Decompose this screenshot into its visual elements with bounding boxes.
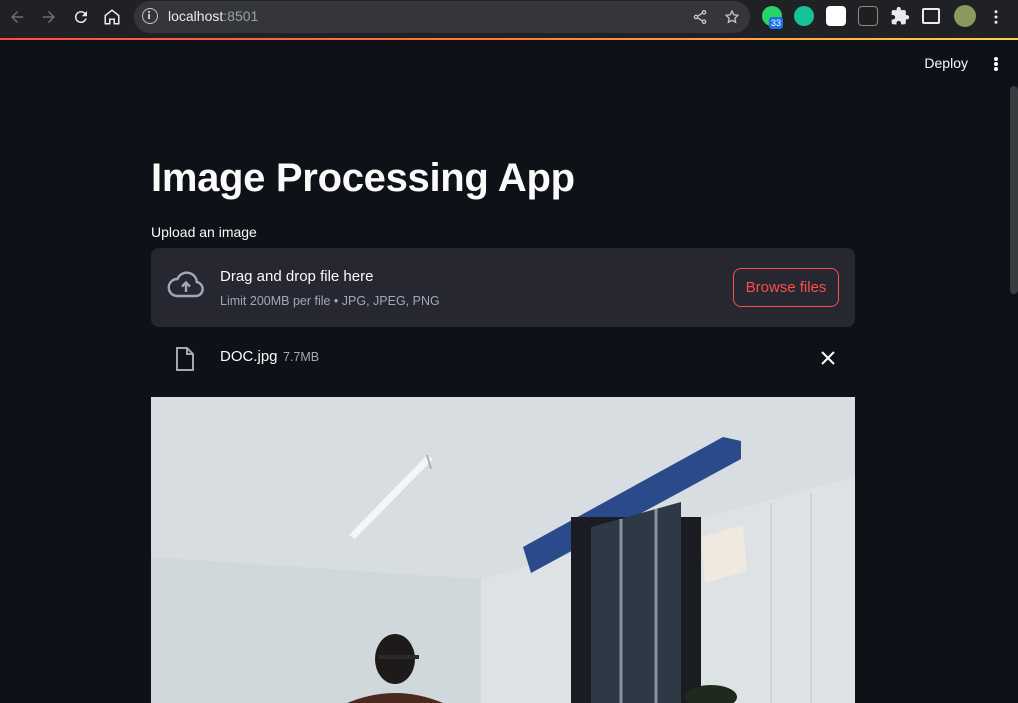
share-icon[interactable] — [690, 7, 710, 27]
close-icon[interactable] — [819, 349, 837, 367]
reload-icon[interactable] — [70, 6, 92, 28]
loading-bar — [0, 38, 1018, 40]
deploy-button[interactable]: Deploy — [924, 55, 968, 71]
uploaded-image-preview — [151, 397, 855, 703]
page-title: Image Processing App — [151, 156, 575, 200]
dropzone-limit: Limit 200MB per file • JPG, JPEG, PNG — [220, 294, 440, 308]
cloud-upload-icon — [167, 270, 205, 300]
file-name: DOC.jpg — [220, 348, 278, 365]
address-bar[interactable]: localhost:8501 — [134, 1, 750, 33]
file-dropzone[interactable]: Drag and drop file here Limit 200MB per … — [151, 248, 855, 327]
whatsapp-badge: 33 — [769, 17, 784, 29]
app-menu-icon[interactable] — [990, 55, 1002, 73]
uploaded-file-row: DOC.jpg 7.7MB — [151, 339, 855, 379]
file-size: 7.7MB — [283, 350, 320, 364]
url-text: localhost:8501 — [168, 8, 258, 24]
uploader-label: Upload an image — [151, 224, 257, 240]
grammarly-extension-icon[interactable] — [794, 6, 814, 26]
extension-icon-2[interactable] — [858, 6, 878, 26]
profile-avatar[interactable] — [954, 5, 976, 27]
scrollbar[interactable] — [1010, 86, 1018, 294]
home-icon[interactable] — [101, 6, 123, 28]
url-port: :8501 — [223, 8, 259, 24]
forward-icon[interactable] — [38, 6, 60, 28]
bookmark-star-icon[interactable] — [722, 7, 742, 27]
browse-files-button[interactable]: Browse files — [733, 268, 839, 307]
browser-toolbar: localhost:8501 33 — [0, 0, 1018, 40]
browser-menu-icon[interactable] — [985, 6, 1007, 28]
side-panel-icon[interactable] — [922, 8, 940, 24]
extensions-puzzle-icon[interactable] — [890, 6, 910, 26]
dropzone-instructions: Drag and drop file here — [220, 268, 374, 285]
site-info-icon[interactable] — [142, 8, 158, 24]
extension-icon[interactable] — [826, 6, 846, 26]
back-icon[interactable] — [6, 6, 28, 28]
url-host: localhost — [168, 8, 224, 24]
file-icon — [175, 347, 195, 371]
